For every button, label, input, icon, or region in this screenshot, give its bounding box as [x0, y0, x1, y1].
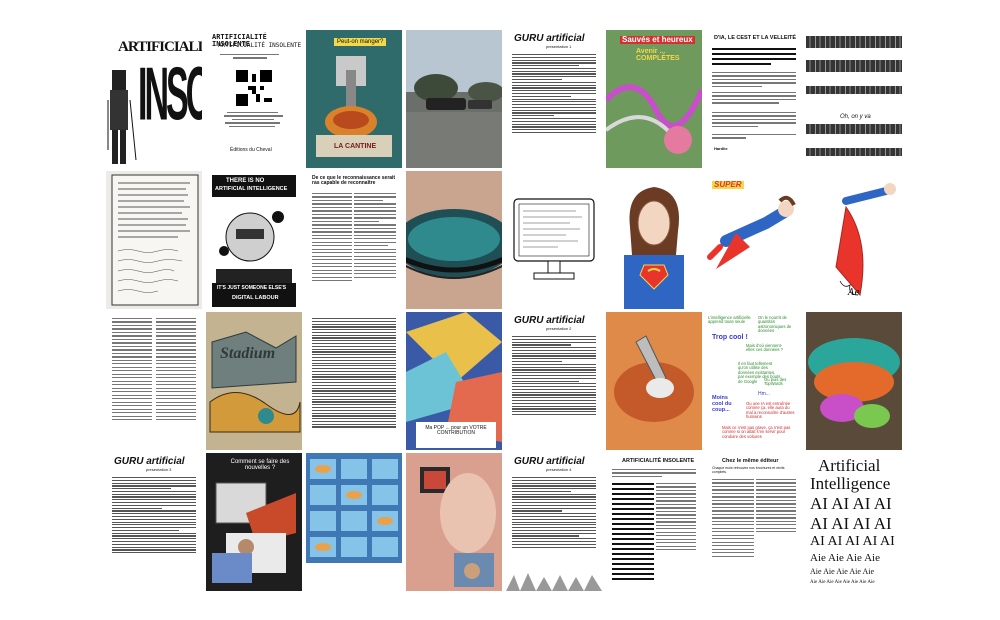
brush-stroke — [806, 86, 902, 94]
note-trop-cool: Trop cool ! — [712, 334, 748, 341]
guru-header-2: GURU artificial — [514, 315, 585, 326]
tile-handwritten-sheet[interactable] — [106, 171, 202, 309]
poster-line1: THERE IS NO — [226, 178, 265, 184]
ai-line-8: Aie Aie Aie Aie Aie Aie Aie Aie — [810, 580, 875, 585]
ai-line-intelligence: Intelligence — [810, 474, 891, 493]
guru-header-sub-3: presentation 3 — [146, 467, 172, 472]
gloved-hand-photo — [606, 312, 702, 450]
parking-lot-photo — [406, 30, 502, 168]
fish-photo-grid — [306, 453, 402, 591]
guru-header-sub-2: presentation 2 — [546, 326, 572, 331]
tile-title-qr[interactable]: ARTIFICIALITÉ INSOLENTE ARTIFICIALITÉ IN… — [206, 30, 302, 168]
tile-monitor-drawing[interactable] — [506, 171, 602, 309]
note-pas-grave: Mais ce n'est pas grave, ça n'est pas co… — [722, 425, 791, 439]
metal-sculpture-photo — [206, 312, 302, 450]
cape-signature: Ae — [848, 288, 860, 298]
tile-guru-text-1[interactable]: GURU artificial presentation 1 — [506, 30, 602, 168]
complotes-title2: Avenir ... COMPLÈTES — [636, 48, 680, 63]
guru-header-3: GURU artificial — [114, 456, 185, 467]
psychedelic-texture-photo — [806, 312, 902, 450]
publisher-footer: Éditions du Cheval — [230, 147, 272, 153]
guru-header-1: GURU artificial — [514, 33, 585, 44]
tile-superwoman-portrait[interactable] — [606, 171, 702, 309]
handwritten-paper-photo — [111, 174, 199, 306]
flying-superwoman-drawing — [707, 195, 796, 269]
tile-guru-text-2[interactable]: GURU artificial presentation 2 — [506, 312, 602, 450]
tile-complotes-collage[interactable]: Sauvés et heureux Avenir ... COMPLÈTES — [606, 30, 702, 168]
brush-stroke — [806, 148, 902, 156]
tile-fish-grid[interactable] — [306, 453, 402, 591]
note-nourrit: On le nourrit de quantités astronomiques… — [758, 315, 792, 334]
tile-cape-figure[interactable]: Ae — [806, 171, 902, 309]
brush-stroke — [806, 60, 902, 72]
robot-figure-drawing — [107, 70, 137, 164]
tile-dense-text[interactable] — [306, 312, 402, 450]
poster-line4: DIGITAL LABOUR — [232, 295, 279, 301]
velleite-title: D'IA, LE CEST ET LA VELLEITÉ — [714, 35, 797, 41]
spiky-decoration — [506, 573, 602, 591]
collage-grid: ARTIFICIALITÉ INSOLENTE ARTIFICIALITÉ IN… — [106, 30, 902, 591]
tile-guru-text-3[interactable]: GURU artificial presentation 3 — [106, 453, 202, 591]
tv-person-collage — [212, 482, 296, 583]
publisher-list-title: Chez le même éditeur — [722, 458, 779, 464]
tile-reconnaissance-text[interactable]: De ce que le reconnaissance serait ras c… — [306, 171, 402, 309]
tile-same-publisher[interactable]: Chez le même éditeur Chaque mois retrouv… — [706, 453, 802, 591]
tile-food-closeup[interactable] — [606, 312, 702, 450]
note-ou-viennent: Mais d'où viennent-elles ces données ? — [746, 343, 784, 353]
brush-handwritten-note: Oh, on y va — [840, 114, 871, 120]
tile-cover-artificialite[interactable]: ARTIFICIALITÉ INSOLENTE — [106, 30, 202, 168]
ai-line-4: AI AI AI AI — [810, 514, 892, 533]
qr-code-icon — [236, 70, 272, 106]
ai-line-artificial: Artificial — [818, 456, 881, 475]
tile-photo-parking[interactable] — [406, 30, 502, 168]
tile-no-ai-poster[interactable]: THERE IS NO ARTIFICIAL INTELLIGENCE IT'S… — [206, 171, 302, 309]
tile-psychedelic-photo[interactable] — [806, 312, 902, 450]
tile-text-velleite[interactable]: D'IA, LE CEST ET LA VELLEITÉ Hardlie — [706, 30, 802, 168]
eye-closeup-photo — [406, 171, 502, 309]
ai-line-6: Aie Aie Aie Aie — [810, 552, 880, 564]
brush-stroke — [806, 124, 902, 134]
guru-header-sub-4: presentation 4 — [546, 467, 572, 472]
brush-stroke — [806, 36, 902, 48]
poster-line2: ARTIFICIAL INTELLIGENCE — [215, 186, 288, 192]
credits-title: ARTIFICIALITÉ INSOLENTE — [622, 458, 695, 464]
tile-handwritten-notes[interactable]: L'intelligence artificielle apprend tout… — [706, 312, 802, 450]
note-hm: Hm... — [758, 391, 770, 397]
woman-superman-drawing — [624, 187, 684, 309]
tile-cantine-collage[interactable]: Peut-on manger? LA CANTINE — [306, 30, 402, 168]
qr-page-subtitle: ARTIFICIALITÉ INSOLENTE — [218, 42, 302, 49]
tile-credits-list[interactable]: ARTIFICIALITÉ INSOLENTE — [606, 453, 702, 591]
tile-stadium-sculpture[interactable]: Stadium — [206, 312, 302, 450]
tile-bulleted-text[interactable] — [106, 312, 202, 450]
tile-brush-strokes[interactable]: Oh, on y va — [806, 30, 902, 168]
screen-face-collage — [406, 453, 502, 591]
guru-header-4: GURU artificial — [514, 456, 585, 467]
complotes-title: Sauvés et heureux — [620, 35, 695, 45]
tile-guru-text-4[interactable]: GURU artificial presentation 4 — [506, 453, 602, 591]
publisher-list-subtitle: Chaque mois retrouvez nos brochures et r… — [712, 466, 785, 474]
velleite-footer: Hardlie — [714, 146, 728, 151]
note-moins-cool: Moins cool du coup... — [712, 395, 732, 413]
poster-line3: IT'S JUST SOMEONE ELSE'S — [217, 285, 287, 291]
tile-eye-photo[interactable] — [406, 171, 502, 309]
nouvelles-title: Comment se faire des nouvelles ? — [230, 459, 290, 472]
note-topwards: Ou puis des TopWards — [764, 377, 787, 387]
ai-line-3: AI AI AI AI — [810, 494, 892, 513]
tile-ai-typography[interactable]: Artificial Intelligence AI AI AI AI AI A… — [806, 453, 902, 591]
reconnaissance-title: De ce que le reconnaissance serait ras c… — [312, 175, 396, 187]
tile-superwoman-flying[interactable]: SUPER — [706, 171, 802, 309]
note-apprend: L'intelligence artificielle apprend tout… — [708, 315, 751, 325]
robot-head-illustration — [216, 211, 292, 283]
tile-nouvelles-collage[interactable]: Comment se faire des nouvelles ? — [206, 453, 302, 591]
tile-faces-collage[interactable] — [406, 453, 502, 591]
note-ia-entrainee: Ou une IA est entraînée comme ça, elle a… — [746, 401, 795, 420]
computer-monitor-drawing — [513, 198, 595, 280]
cantine-bottom-label: LA CANTINE — [334, 143, 377, 150]
ai-line-7: Aie Aie Aie Aie Aie — [810, 567, 874, 576]
tile-pop-collage[interactable]: Ma POP ... pour un VOTRE CONTRIBUTION — [406, 312, 502, 450]
pop-caption: Ma POP ... pour un VOTRE CONTRIBUTION — [425, 425, 487, 437]
stadium-title: Stadium — [220, 345, 276, 362]
guru-header-sub-1: presentation 1 — [546, 44, 572, 49]
ai-line-5: AI AI AI AI AI — [810, 534, 895, 549]
